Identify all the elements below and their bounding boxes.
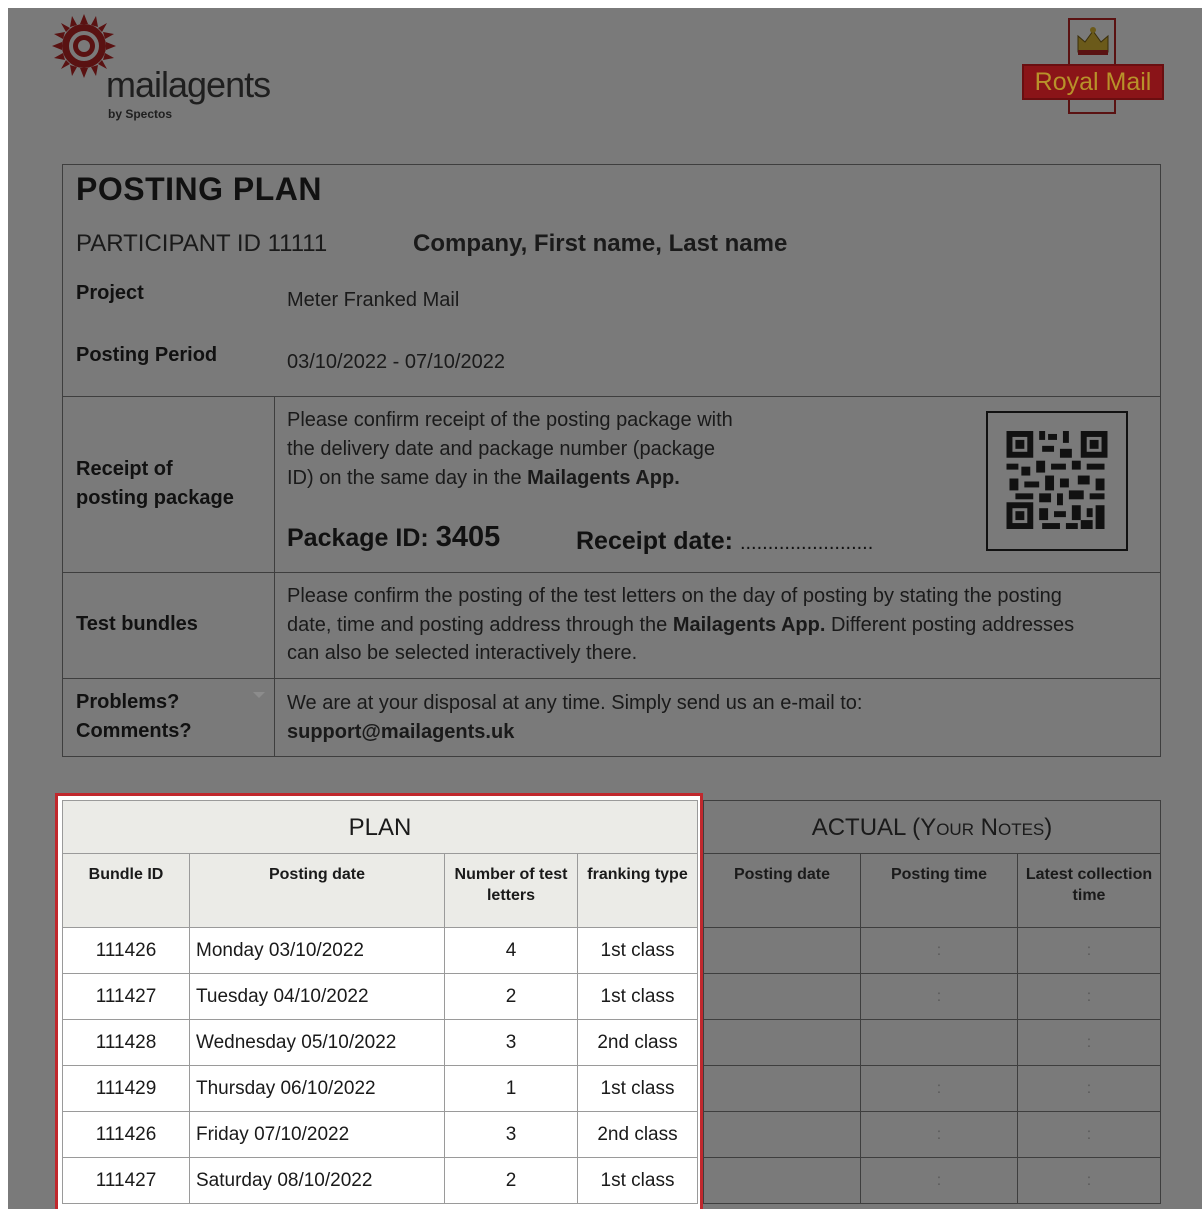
franking-type: 1st class	[577, 1065, 698, 1112]
letter-count: 4	[444, 927, 578, 974]
page-title: POSTING PLAN	[76, 171, 323, 207]
actual-row: :	[703, 1019, 1161, 1066]
bundle-id: 111429	[62, 1065, 190, 1112]
actual-cell[interactable]	[703, 1111, 861, 1158]
franking-type: 1st class	[577, 927, 698, 974]
actual-col-header: Posting date	[703, 853, 861, 928]
posting-date: Friday 07/10/2022	[189, 1111, 445, 1158]
posting-date: Thursday 06/10/2022	[189, 1065, 445, 1112]
posting-date: Tuesday 04/10/2022	[189, 973, 445, 1020]
plan-col-header: Number of test letters	[444, 853, 578, 928]
bundle-id: 111426	[62, 927, 190, 974]
actual-cell[interactable]	[703, 927, 861, 974]
test-bundles-instructions: Please confirm the posting of the test l…	[287, 585, 1075, 664]
franking-type: 2nd class	[577, 1111, 698, 1158]
posting-date: Wednesday 05/10/2022	[189, 1019, 445, 1066]
logo-subtitle: by Spectos	[108, 107, 173, 121]
posting-period-label: Posting Period	[76, 344, 218, 366]
actual-title: ACTUAL (Your Notes)	[703, 800, 1161, 854]
chevron-down-icon	[253, 692, 265, 698]
problems-text: We are at your disposal at any time. Sim…	[287, 692, 863, 714]
posting-period-value: 03/10/2022 - 07/10/2022	[287, 351, 505, 373]
letter-count: 3	[444, 1111, 578, 1158]
actual-cell[interactable]: :	[1017, 927, 1161, 974]
actual-row: ::	[703, 1065, 1161, 1112]
franking-type: 1st class	[577, 1157, 698, 1204]
posting-date: Monday 03/10/2022	[189, 927, 445, 974]
posting-date: Saturday 08/10/2022	[189, 1157, 445, 1204]
franking-type: 1st class	[577, 973, 698, 1020]
logo-wordmark: mailagents	[106, 64, 271, 105]
actual-cell[interactable]: :	[860, 1111, 1018, 1158]
actual-cell[interactable]	[860, 1019, 1018, 1066]
support-email-link[interactable]: support@mailagents.uk	[287, 718, 514, 747]
actual-cell[interactable]	[703, 1157, 861, 1204]
actual-cell[interactable]	[703, 973, 861, 1020]
actual-cell[interactable]: :	[860, 1065, 1018, 1112]
royal-mail-wordmark: Royal Mail	[1022, 64, 1164, 100]
posting-plan-info: POSTING PLAN PARTICIPANT ID 11111 Compan…	[62, 164, 1161, 757]
royal-mail-logo: Royal Mail	[1022, 18, 1164, 114]
problems-label: Problems? Comments?	[76, 691, 192, 742]
mailagents-logo: mailagents by Spectos	[52, 14, 292, 124]
actual-cell[interactable]	[703, 1019, 861, 1066]
bundle-id: 111427	[62, 1157, 190, 1204]
letter-count: 2	[444, 1157, 578, 1204]
plan-title: PLAN	[62, 800, 698, 854]
plan-row: 111426 Friday 07/10/2022 3 2nd class	[62, 1111, 698, 1158]
qr-code	[986, 411, 1128, 551]
actual-cell[interactable]: :	[860, 927, 1018, 974]
franking-type: 2nd class	[577, 1019, 698, 1066]
crown-icon	[1077, 27, 1109, 55]
letter-count: 1	[444, 1065, 578, 1112]
plan-col-header: franking type	[577, 853, 698, 928]
test-bundles-label: Test bundles	[76, 613, 198, 635]
actual-cell[interactable]	[703, 1065, 861, 1112]
plan-row: 111429 Thursday 06/10/2022 1 1st class	[62, 1065, 698, 1112]
letter-count: 3	[444, 1019, 578, 1066]
participant-id: PARTICIPANT ID 11111	[76, 230, 328, 257]
actual-row: ::	[703, 973, 1161, 1020]
actual-col-header: Posting time	[860, 853, 1018, 928]
actual-cell[interactable]: :	[1017, 1157, 1161, 1204]
receipt-date: Receipt date: ........................	[576, 527, 874, 555]
participant-name: Company, First name, Last name	[413, 230, 788, 257]
plan-row: 111427 Saturday 08/10/2022 2 1st class	[62, 1157, 698, 1204]
actual-cell[interactable]: :	[860, 1157, 1018, 1204]
receipt-label: Receipt of posting package	[76, 458, 234, 509]
letter-count: 2	[444, 973, 578, 1020]
package-id: Package ID: 3405	[287, 521, 501, 553]
actual-cell[interactable]: :	[1017, 1019, 1161, 1066]
actual-cell[interactable]: :	[1017, 973, 1161, 1020]
plan-col-header: Bundle ID	[62, 853, 190, 928]
document-page: mailagents by Spectos Royal Mail POSTING…	[8, 8, 1202, 1209]
actual-row: ::	[703, 1111, 1161, 1158]
actual-col-header: Latest collection time	[1017, 853, 1161, 928]
actual-row: ::	[703, 927, 1161, 974]
receipt-instructions: Please confirm receipt of the posting pa…	[287, 409, 733, 489]
bundle-id: 111428	[62, 1019, 190, 1066]
bundle-id: 111426	[62, 1111, 190, 1158]
plan-row: 111426 Monday 03/10/2022 4 1st class	[62, 927, 698, 974]
project-value: Meter Franked Mail	[287, 289, 460, 311]
actual-cell[interactable]: :	[1017, 1111, 1161, 1158]
actual-notes-table: ACTUAL (Your Notes) Posting date Posting…	[703, 800, 1161, 1204]
actual-cell[interactable]: :	[860, 973, 1018, 1020]
plan-col-header: Posting date	[189, 853, 445, 928]
actual-cell[interactable]: :	[1017, 1065, 1161, 1112]
bundle-id: 111427	[62, 973, 190, 1020]
plan-table: PLAN Bundle ID Posting date Number of te…	[62, 800, 698, 1204]
plan-highlight: PLAN Bundle ID Posting date Number of te…	[55, 793, 703, 1209]
plan-row: 111427 Tuesday 04/10/2022 2 1st class	[62, 973, 698, 1020]
qr-code-icon	[1006, 431, 1108, 529]
plan-row: 111428 Wednesday 05/10/2022 3 2nd class	[62, 1019, 698, 1066]
actual-row: ::	[703, 1157, 1161, 1204]
project-label: Project	[76, 282, 144, 304]
